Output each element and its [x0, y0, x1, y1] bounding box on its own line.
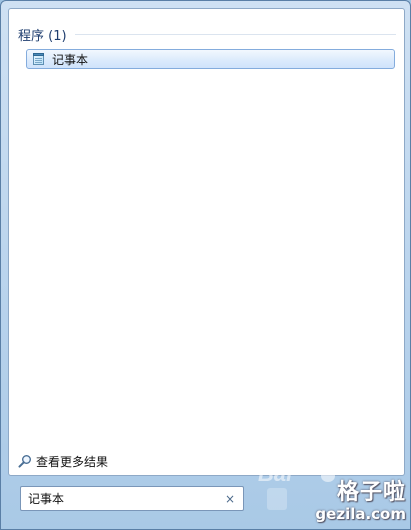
magnifier-icon — [18, 455, 31, 468]
see-more-label: 查看更多结果 — [36, 454, 109, 469]
results-group-header: 程序 (1) — [18, 25, 396, 44]
search-results-panel: 程序 (1) 记事本 — [8, 8, 405, 476]
site-watermark: 格子啦 gezila.com — [315, 480, 406, 524]
start-menu-search-pane: 程序 (1) 记事本 查看更多结果 × Bai — [0, 0, 411, 530]
shutdown-button[interactable] — [267, 488, 287, 510]
clear-search-icon[interactable]: × — [221, 492, 239, 506]
search-input[interactable] — [21, 488, 221, 509]
group-divider — [74, 33, 396, 35]
search-box[interactable]: × — [20, 486, 244, 511]
site-name: 格子啦 — [336, 480, 406, 505]
notepad-icon — [32, 52, 46, 66]
see-more-results-link[interactable]: 查看更多结果 — [18, 453, 108, 469]
result-item-notepad[interactable]: 记事本 — [26, 49, 395, 69]
site-url: gezila.com — [315, 505, 406, 523]
result-item-label: 记事本 — [52, 52, 89, 67]
group-title: 程序 (1) — [18, 28, 67, 44]
